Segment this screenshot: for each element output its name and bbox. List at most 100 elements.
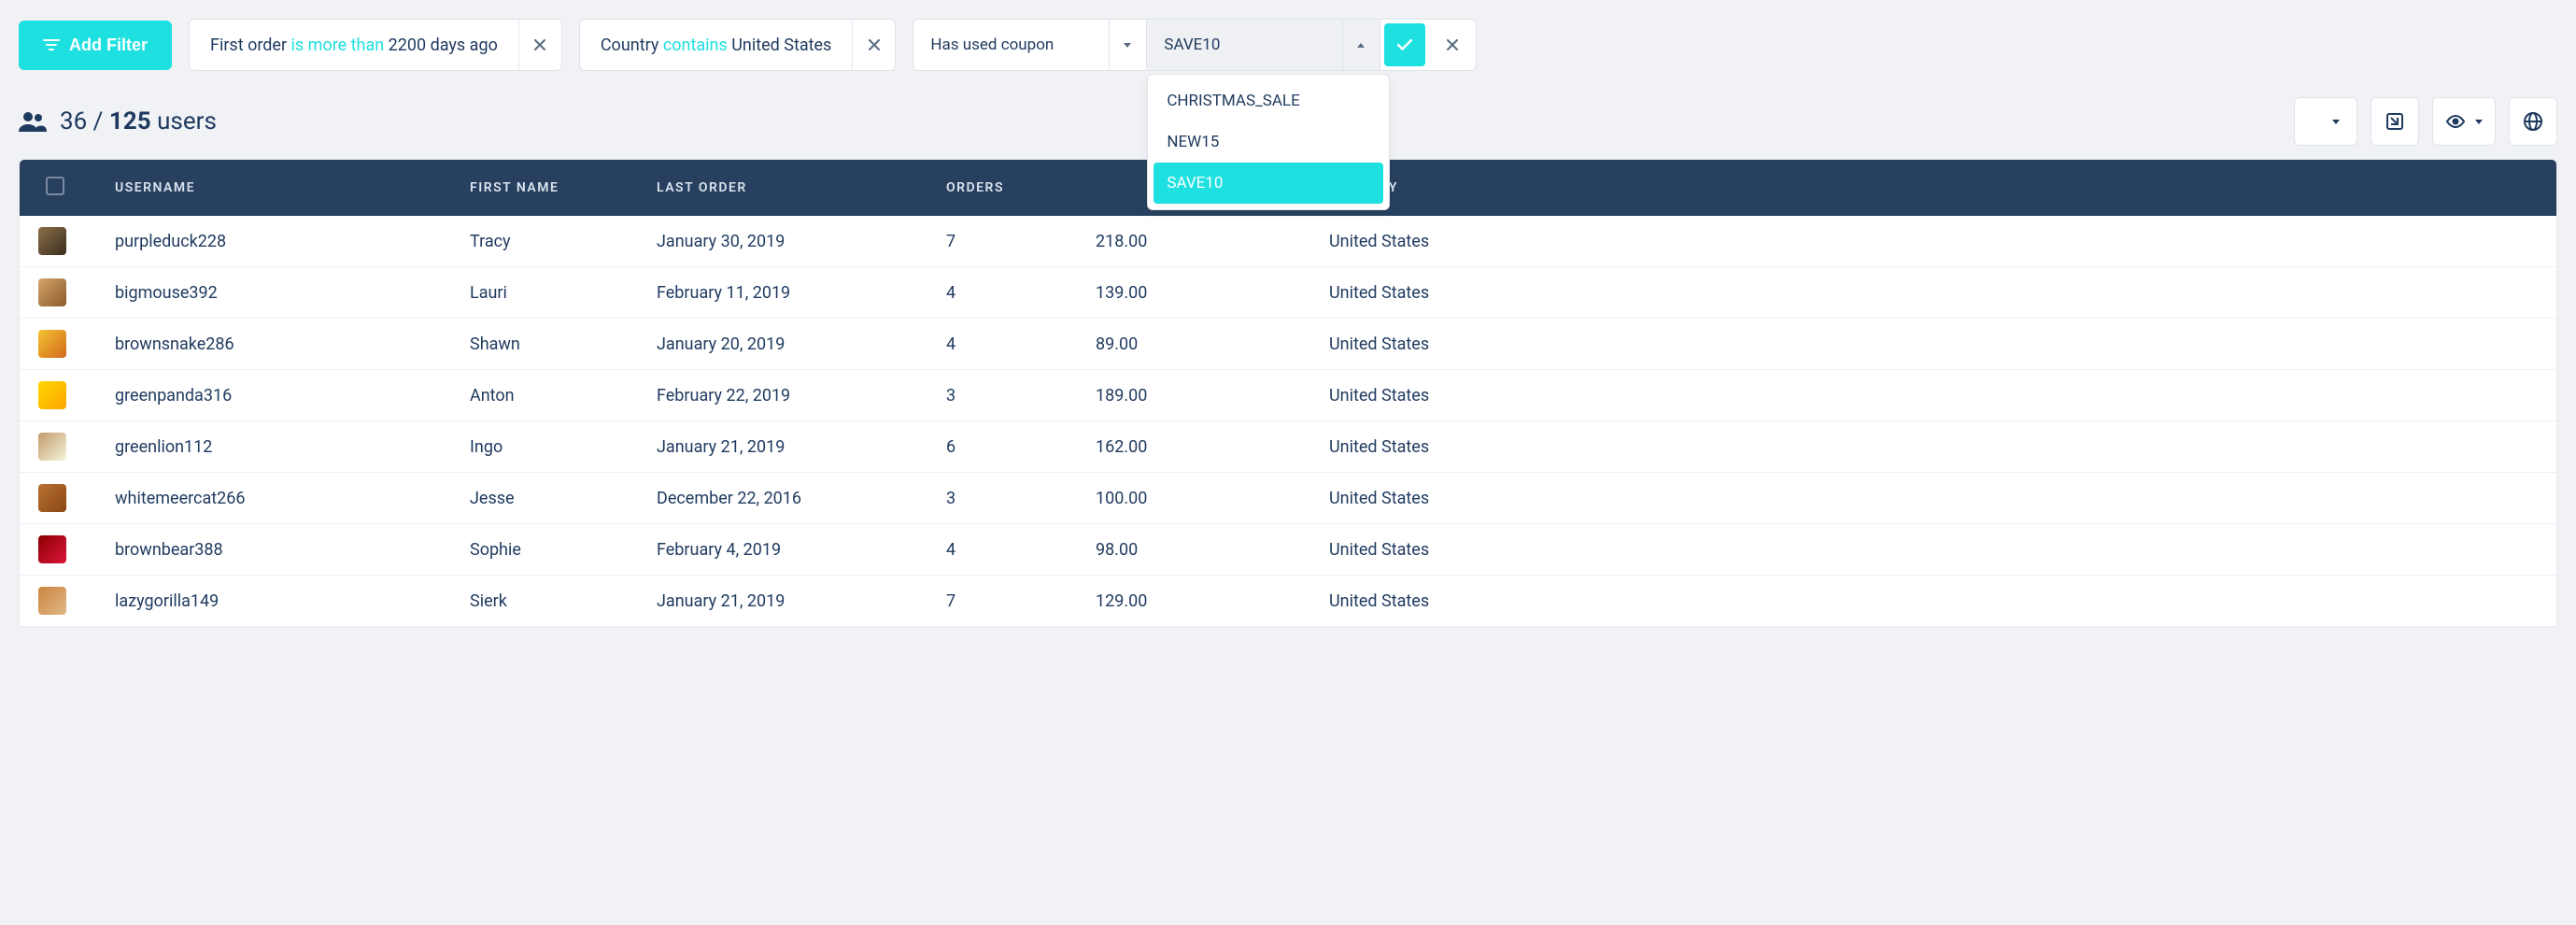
cell-amount: 98.00	[1077, 524, 1310, 576]
col-country[interactable]: COUNTRY	[1310, 160, 2556, 216]
cell-orders: 3	[927, 473, 1077, 524]
filter-value-caret[interactable]	[1342, 20, 1368, 70]
globe-button[interactable]	[2509, 97, 2557, 146]
avatar	[38, 381, 66, 409]
dropdown-option[interactable]: CHRISTMAS_SALE	[1154, 80, 1383, 121]
col-first-name[interactable]: FIRST NAME	[451, 160, 638, 216]
table-row[interactable]: lazygorilla149SierkJanuary 21, 20197129.…	[20, 576, 2556, 627]
cell-last-order: January 20, 2019	[638, 319, 927, 370]
cell-amount: 218.00	[1077, 216, 1310, 267]
table-row[interactable]: whitemeercat266JesseDecember 22, 2016310…	[20, 473, 2556, 524]
export-icon	[2386, 113, 2403, 130]
chevron-down-icon	[2475, 120, 2483, 124]
cell-amount: 139.00	[1077, 267, 1310, 319]
filter-icon	[43, 38, 60, 51]
visibility-button[interactable]	[2432, 97, 2496, 146]
chevron-down-icon	[2332, 120, 2340, 124]
avatar	[38, 227, 66, 255]
add-filter-label: Add Filter	[69, 36, 148, 55]
users-icon	[19, 111, 47, 132]
cell-username: whitemeercat266	[96, 473, 451, 524]
cell-first-name: Anton	[451, 370, 638, 421]
cell-last-order: February 11, 2019	[638, 267, 927, 319]
table-row[interactable]: bigmouse392LauriFebruary 11, 20194139.00…	[20, 267, 2556, 319]
filter-chip[interactable]: Country contains United States	[579, 19, 897, 71]
filter-value-select[interactable]: SAVE10 CHRISTMAS_SALENEW15SAVE10	[1147, 20, 1380, 70]
avatar	[38, 433, 66, 461]
cell-amount: 189.00	[1077, 370, 1310, 421]
close-icon	[534, 39, 545, 50]
cell-country: United States	[1310, 421, 2556, 473]
filter-chip-remove-button[interactable]	[518, 20, 561, 70]
cell-last-order: December 22, 2016	[638, 473, 927, 524]
dropdown-option[interactable]: NEW15	[1154, 121, 1383, 163]
cell-country: United States	[1310, 267, 2556, 319]
filtered-count: 36	[60, 107, 87, 135]
cell-username: greenpanda316	[96, 370, 451, 421]
col-last-order[interactable]: LAST ORDER	[638, 160, 927, 216]
filter-confirm-button[interactable]	[1384, 23, 1425, 66]
cell-orders: 3	[927, 370, 1077, 421]
cell-orders: 4	[927, 267, 1077, 319]
cell-last-order: February 4, 2019	[638, 524, 927, 576]
dropdown-option[interactable]: SAVE10	[1154, 163, 1383, 204]
cell-country: United States	[1310, 524, 2556, 576]
chevron-down-icon	[1124, 43, 1131, 48]
col-username[interactable]: USERNAME	[96, 160, 451, 216]
avatar	[38, 535, 66, 563]
cell-amount: 162.00	[1077, 421, 1310, 473]
avatar	[38, 278, 66, 306]
avatar	[38, 587, 66, 615]
cell-first-name: Lauri	[451, 267, 638, 319]
filter-attribute-caret[interactable]	[1109, 20, 1135, 70]
filter-chip[interactable]: First order is more than 2200 days ago	[189, 19, 562, 71]
cell-orders: 4	[927, 524, 1077, 576]
cell-orders: 7	[927, 576, 1077, 627]
cell-amount: 129.00	[1077, 576, 1310, 627]
filter-chip-text: Country contains United States	[580, 36, 853, 55]
cell-last-order: January 21, 2019	[638, 421, 927, 473]
filter-value-label: SAVE10	[1164, 36, 1220, 54]
table-row[interactable]: greenlion112IngoJanuary 21, 20196162.00U…	[20, 421, 2556, 473]
filter-chip-text: First order is more than 2200 days ago	[190, 36, 518, 55]
cell-country: United States	[1310, 216, 2556, 267]
globe-icon	[2524, 112, 2542, 131]
cell-username: lazygorilla149	[96, 576, 451, 627]
filter-value-dropdown: CHRISTMAS_SALENEW15SAVE10	[1147, 74, 1390, 210]
chevron-up-icon	[1357, 43, 1365, 48]
cell-first-name: Shawn	[451, 319, 638, 370]
filter-attribute-select[interactable]: Has used coupon	[913, 20, 1147, 70]
filter-chip-remove-button[interactable]	[852, 20, 895, 70]
table-row[interactable]: purpleduck228TracyJanuary 30, 20197218.0…	[20, 216, 2556, 267]
table-row[interactable]: greenpanda316AntonFebruary 22, 20193189.…	[20, 370, 2556, 421]
cell-username: brownsnake286	[96, 319, 451, 370]
add-filter-button[interactable]: Add Filter	[19, 21, 172, 70]
export-button[interactable]	[2371, 97, 2419, 146]
users-table: USERNAME FIRST NAME LAST ORDER ORDERS CO…	[19, 159, 2557, 628]
user-count: 36 / 125 users	[19, 107, 217, 135]
avatar	[38, 330, 66, 358]
cell-country: United States	[1310, 473, 2556, 524]
table-row[interactable]: brownbear388SophieFebruary 4, 2019498.00…	[20, 524, 2556, 576]
filter-attribute-label: Has used coupon	[930, 36, 1054, 54]
select-all-checkbox[interactable]	[46, 177, 64, 195]
cell-amount: 89.00	[1077, 319, 1310, 370]
filter-cancel-button[interactable]	[1429, 20, 1476, 70]
cell-first-name: Sophie	[451, 524, 638, 576]
filter-builder: Has used coupon SAVE10 CHRISTMAS_SALENEW…	[913, 19, 1477, 71]
cell-first-name: Jesse	[451, 473, 638, 524]
cell-first-name: Tracy	[451, 216, 638, 267]
filter-bar: Add Filter First order is more than 2200…	[19, 19, 2557, 71]
cell-username: bigmouse392	[96, 267, 451, 319]
action-menu-button[interactable]	[2294, 97, 2357, 146]
table-row[interactable]: brownsnake286ShawnJanuary 20, 2019489.00…	[20, 319, 2556, 370]
col-orders[interactable]: ORDERS	[927, 160, 1077, 216]
avatar	[38, 484, 66, 512]
cell-orders: 7	[927, 216, 1077, 267]
cell-last-order: January 30, 2019	[638, 216, 927, 267]
cell-first-name: Sierk	[451, 576, 638, 627]
cell-country: United States	[1310, 370, 2556, 421]
action-buttons	[2294, 97, 2557, 146]
cell-username: purpleduck228	[96, 216, 451, 267]
eye-icon	[2446, 115, 2465, 128]
